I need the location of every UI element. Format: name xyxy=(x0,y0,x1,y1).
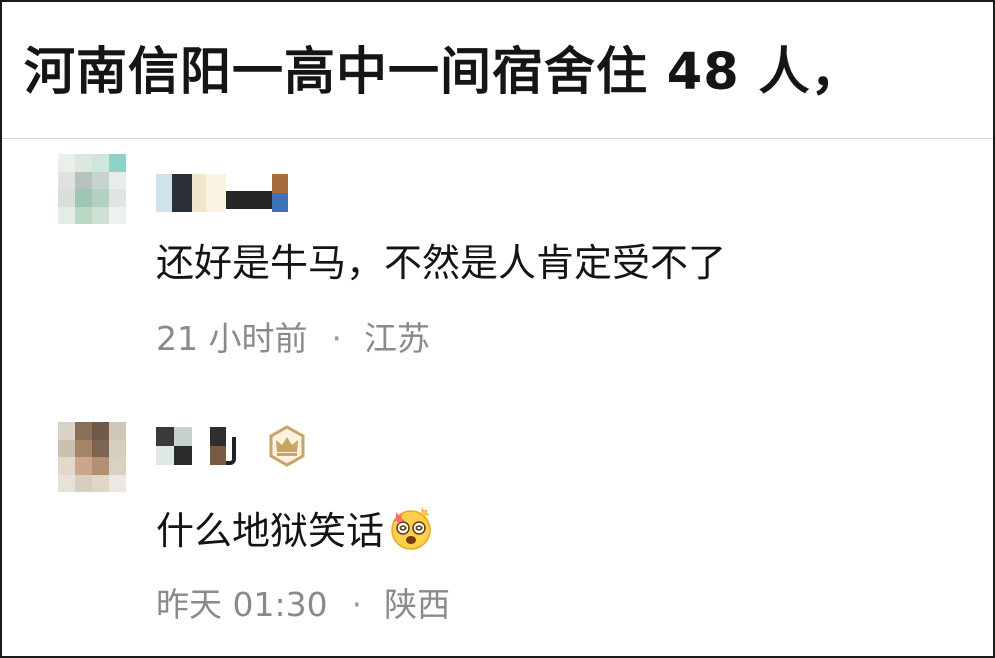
dizzy-face-emoji xyxy=(386,503,436,553)
comment-location: 江苏 xyxy=(363,319,430,358)
meta-separator: · xyxy=(331,319,342,358)
user-avatar[interactable] xyxy=(58,422,126,492)
comment-time: 21 小时前 xyxy=(156,319,308,358)
comment-body: 还好是牛马，不然是人肯定受不了 xyxy=(156,241,727,285)
comment-meta: 昨天 01:30 · 陕西 xyxy=(156,578,450,626)
screenshot-frame: 河南信阳一高中一间宿舍住 48 人， 还好是牛马，不然是人肯定受不了 21 小时… xyxy=(0,0,995,658)
comment-location: 陕西 xyxy=(384,585,451,624)
comment-time: 昨天 01:30 xyxy=(156,585,328,624)
user-avatar[interactable] xyxy=(58,154,126,224)
article-headline: 河南信阳一高中一间宿舍住 48 人， xyxy=(2,2,993,139)
comment-text: 什么地狱笑话 xyxy=(156,500,436,555)
headline-title: 河南信阳一高中一间宿舍住 48 人， xyxy=(24,43,863,102)
comment-text: 还好是牛马，不然是人肯定受不了 xyxy=(156,232,726,287)
comment-body: 什么地狱笑话 xyxy=(156,509,385,553)
comment-meta: 21 小时前 · 江苏 xyxy=(156,312,430,360)
username[interactable] xyxy=(156,174,288,212)
username[interactable] xyxy=(156,425,308,467)
meta-separator: · xyxy=(351,585,363,624)
crown-badge-icon xyxy=(266,425,308,467)
